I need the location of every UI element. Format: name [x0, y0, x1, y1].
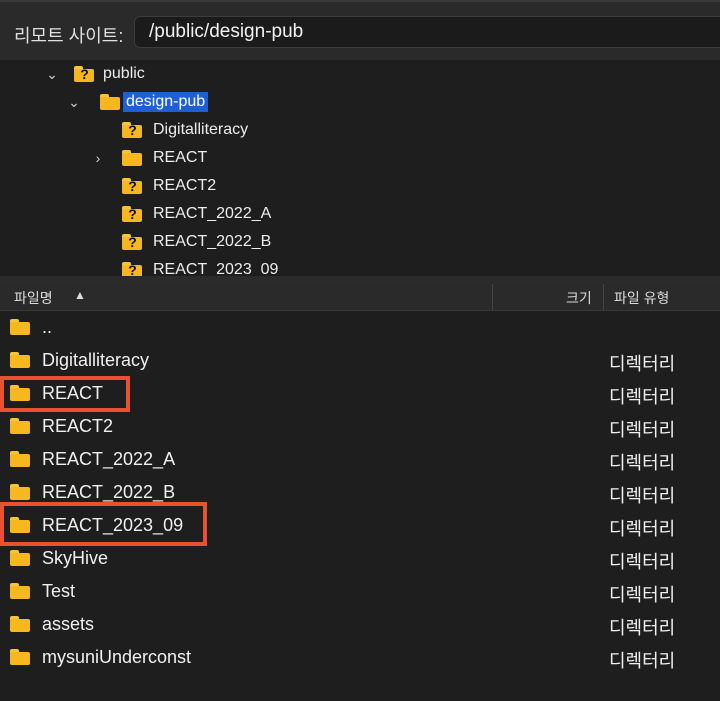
tree-item-react-2022-a[interactable]: ? REACT_2022_A [122, 200, 271, 228]
remote-path-input[interactable]: /public/design-pub [134, 16, 720, 48]
file-type: 디렉터리 [609, 618, 676, 638]
chevron-down-icon[interactable]: ⌄ [44, 66, 60, 83]
tree-item-label: REACT2 [153, 177, 217, 194]
folder-icon [10, 649, 30, 665]
file-name: REACT2 [42, 416, 114, 436]
folder-icon [100, 94, 120, 110]
folder-icon [122, 150, 142, 166]
column-header-type[interactable]: 파일 유형 [614, 288, 669, 308]
tree-item-label: REACT [153, 149, 208, 166]
file-type: 디렉터리 [609, 486, 676, 506]
folder-icon [10, 484, 30, 500]
tree-item-react-2023-09[interactable]: ? REACT_2023_09 [122, 256, 278, 276]
file-row[interactable]: assets 디렉터리 [0, 608, 720, 641]
folder-question-icon: ? [74, 66, 94, 82]
chevron-down-icon[interactable]: ⌄ [66, 94, 82, 111]
tree-item-design-pub[interactable]: ⌄ design-pub [66, 88, 209, 116]
highlight-box-react [0, 376, 130, 412]
file-row[interactable]: REACT2 디렉터리 [0, 410, 720, 443]
tree-item-label: Digitalliteracy [153, 121, 249, 138]
tree-item-label: public [103, 65, 145, 82]
file-type: 디렉터리 [609, 387, 676, 407]
column-divider[interactable] [492, 284, 493, 310]
tree-item-label: REACT_2022_A [153, 205, 272, 222]
directory-tree[interactable]: ⌄ ? public ⌄ design-pub ? Digitalliterac… [8, 60, 720, 276]
chevron-right-icon[interactable]: › [90, 150, 106, 166]
tree-item-public[interactable]: ⌄ ? public [44, 60, 145, 88]
folder-icon [10, 352, 30, 368]
file-type: 디렉터리 [609, 519, 676, 539]
file-list-header: 파일명 ▲ 크기 파일 유형 [0, 284, 720, 311]
folder-icon [10, 616, 30, 632]
file-type: 디렉터리 [609, 354, 676, 374]
file-row[interactable]: Test 디렉터리 [0, 575, 720, 608]
file-type: 디렉터리 [609, 585, 676, 605]
file-row[interactable]: SkyHive 디렉터리 [0, 542, 720, 575]
tree-item-react-2022-b[interactable]: ? REACT_2022_B [122, 228, 271, 256]
file-type: 디렉터리 [609, 552, 676, 572]
folder-question-icon: ? [122, 262, 142, 276]
folder-question-icon: ? [122, 122, 142, 138]
file-name: Test [42, 581, 76, 601]
file-row[interactable]: REACT_2022_A 디렉터리 [0, 443, 720, 476]
folder-question-icon: ? [122, 206, 142, 222]
column-header-size[interactable]: 크기 [566, 288, 592, 308]
folder-question-icon: ? [122, 234, 142, 250]
file-name: REACT_2022_A [42, 449, 176, 469]
folder-icon [10, 451, 30, 467]
folder-icon [10, 418, 30, 434]
tree-item-label: design-pub [123, 92, 209, 112]
remote-site-label: 리모트 사이트: [14, 26, 124, 46]
tree-item-label: REACT_2023_09 [153, 261, 279, 276]
file-name: .. [42, 317, 53, 337]
tree-item-label: REACT_2022_B [153, 233, 272, 250]
chevron-up-icon[interactable]: ▲ [74, 288, 86, 302]
file-row[interactable]: mysuniUnderconst 디렉터리 [0, 641, 720, 674]
file-name: REACT_2022_B [42, 482, 176, 502]
file-type: 디렉터리 [609, 453, 676, 473]
folder-question-icon: ? [122, 178, 142, 194]
column-header-name[interactable]: 파일명 [14, 288, 53, 308]
file-name: Digitalliteracy [42, 350, 150, 370]
file-row[interactable]: Digitalliteracy 디렉터리 [0, 344, 720, 377]
file-row-parent[interactable]: .. [0, 311, 720, 344]
tree-item-digitalliteracy[interactable]: ? Digitalliteracy [122, 116, 248, 144]
file-name: mysuniUnderconst [42, 647, 192, 667]
file-type: 디렉터리 [609, 420, 676, 440]
file-name: SkyHive [42, 548, 109, 568]
folder-icon [10, 319, 30, 335]
top-border [0, 0, 720, 2]
folder-icon [10, 550, 30, 566]
remote-site-bar: 리모트 사이트: /public/design-pub [0, 0, 720, 60]
pane-divider[interactable] [0, 276, 720, 284]
tree-item-react2[interactable]: ? REACT2 [122, 172, 216, 200]
tree-item-react[interactable]: › REACT [90, 144, 207, 172]
column-divider[interactable] [603, 284, 604, 310]
folder-icon [10, 583, 30, 599]
file-name: assets [42, 614, 95, 634]
highlight-box-react-2023-09 [0, 502, 207, 546]
file-type: 디렉터리 [609, 651, 676, 671]
